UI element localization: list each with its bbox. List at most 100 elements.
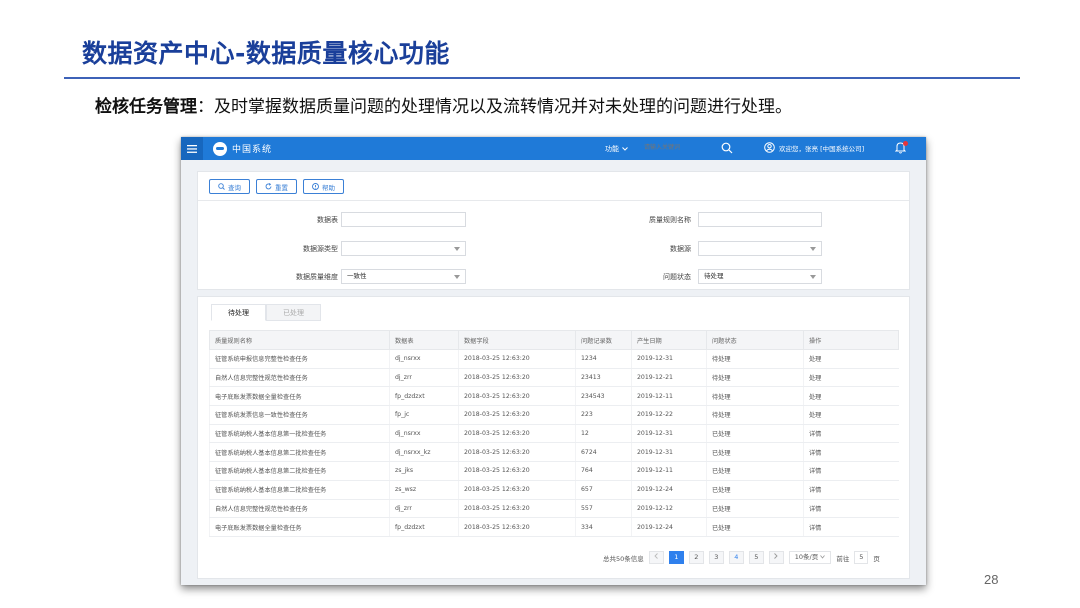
column-header[interactable]: 数据表: [389, 330, 459, 350]
column-header[interactable]: 操作: [803, 330, 899, 350]
source-type-select[interactable]: [341, 241, 466, 256]
page-3-button[interactable]: 3: [708, 551, 724, 564]
issue-count-link[interactable]: 1234: [575, 349, 632, 369]
issue-count-link[interactable]: 12: [575, 424, 632, 444]
rule-name-cell: 自然人信息完整性规范性检查任务: [209, 368, 390, 388]
page-size-select[interactable]: 10条/页: [788, 551, 832, 564]
rule-name-input[interactable]: [698, 212, 822, 227]
status-cell: 已处理: [706, 424, 804, 444]
action-link[interactable]: 详情: [803, 480, 899, 500]
page-2-button[interactable]: 2: [688, 551, 704, 564]
table-row[interactable]: 征管系统纳税人基本信息第二批检查任务 zs_jks 2018-03-25 12:63…: [209, 461, 899, 481]
table-row[interactable]: 征管系统发票信息一致性检查任务 fp_jc 2018-03-25 12:63:20 2…: [209, 405, 899, 425]
search-icon[interactable]: [721, 142, 733, 154]
date-cell: 2019-12-24: [631, 480, 707, 500]
table-row[interactable]: 征管系统纳税人基本信息第一批检查任务 dj_nsrxx 2018-03-25 12:…: [209, 424, 899, 444]
status-tabs: 待处理 已处理: [211, 304, 321, 321]
page-size-value: 10条/页: [794, 553, 819, 561]
search-icon: [218, 183, 225, 190]
table-cell: dj_zrr: [389, 499, 459, 519]
column-header[interactable]: 问题状态: [706, 330, 804, 350]
issue-count-link[interactable]: 334: [575, 517, 632, 537]
field-cell: 2018-03-25 12:63:20: [458, 424, 576, 444]
page-4-button[interactable]: 4: [728, 551, 744, 564]
table-label: 数据表: [317, 216, 338, 224]
refresh-icon: [265, 183, 272, 190]
status-select[interactable]: 待处理: [698, 269, 822, 284]
issue-count-link[interactable]: 557: [575, 499, 632, 519]
date-cell: 2019-12-21: [631, 368, 707, 388]
action-link[interactable]: 详情: [803, 517, 899, 537]
issue-count-link[interactable]: 6724: [575, 442, 632, 463]
table-row[interactable]: 自然人信息完整性规范性检查任务 dj_zrr 2018-03-25 12:63:20…: [209, 499, 899, 519]
app-logo[interactable]: 中国系统: [213, 141, 273, 156]
table-row[interactable]: 征管系统申报信息完整性检查任务 dj_nsrxx 2018-03-25 12:63:…: [209, 349, 899, 369]
query-button[interactable]: 查询: [209, 179, 250, 194]
notification-bell[interactable]: [894, 141, 908, 156]
status-value: 待处理: [704, 272, 724, 280]
reset-button[interactable]: 重置: [256, 179, 297, 194]
dimension-select[interactable]: 一致性: [341, 269, 466, 284]
table-row[interactable]: 征管系统纳税人基本信息第二批检查任务 zs_wsz 2018-03-25 12:63…: [209, 480, 899, 500]
column-header[interactable]: 数据字段: [458, 330, 576, 350]
action-link[interactable]: 详情: [803, 499, 899, 519]
result-panel: 待处理 已处理 质量规则名称 数据表 数据字段 问题记录数 产生日期 问题状态 …: [197, 296, 910, 579]
status-cell: 待处理: [706, 405, 804, 425]
action-link[interactable]: 详情: [803, 442, 899, 463]
chevron-down-icon: [810, 247, 816, 251]
table-cell: dj_zrr: [389, 368, 459, 388]
rule-name-cell: 电子底账发票数据全量检查任务: [209, 517, 390, 537]
column-header[interactable]: 产生日期: [631, 330, 707, 350]
table-cell: fp_jc: [389, 405, 459, 425]
column-header[interactable]: 质量规则名称: [209, 330, 390, 350]
user-menu[interactable]: 欢迎您，张亮 [中国系统公司]: [764, 142, 864, 153]
action-link[interactable]: 详情: [803, 461, 899, 481]
tab-processed[interactable]: 已处理: [266, 304, 321, 321]
status-cell: 已处理: [706, 442, 804, 463]
field-cell: 2018-03-25 12:63:20: [458, 368, 576, 388]
table-row[interactable]: 自然人信息完整性规范性检查任务 dj_zrr 2018-03-25 12:63:20…: [209, 368, 899, 388]
table-row[interactable]: 电子底账发票数据全量检查任务 fp_dzdzxt 2018-03-25 12:63:…: [209, 386, 899, 407]
chevron-right-icon: [774, 553, 778, 559]
subtitle-text: ：及时掌握数据质量问题的处理情况以及流转情况并对未处理的问题进行处理。: [197, 97, 792, 117]
issue-count-link[interactable]: 23413: [575, 368, 632, 388]
issue-count-link[interactable]: 657: [575, 480, 632, 500]
table-input[interactable]: [341, 212, 466, 227]
action-link[interactable]: 处理: [803, 368, 899, 388]
action-link[interactable]: 处理: [803, 386, 899, 407]
page-1-button[interactable]: 1: [668, 551, 684, 564]
action-link[interactable]: 处理: [803, 349, 899, 369]
table-cell: fp_dzdzxt: [389, 386, 459, 407]
help-button[interactable]: 帮助: [303, 179, 344, 194]
issue-count-link[interactable]: 234543: [575, 386, 632, 407]
field-cell: 2018-03-25 12:63:20: [458, 405, 576, 425]
action-link[interactable]: 详情: [803, 424, 899, 444]
help-icon: [312, 183, 319, 190]
prev-page-button[interactable]: [648, 551, 664, 564]
rule-name-cell: 征管系统发票信息一致性检查任务: [209, 405, 390, 425]
menu-icon[interactable]: [181, 137, 203, 160]
status-cell: 待处理: [706, 349, 804, 369]
table-row[interactable]: 征管系统纳税人基本信息第二批检查任务 dj_nsrxx_kz 2018-03-25 …: [209, 442, 899, 463]
source-label: 数据源: [670, 245, 691, 253]
date-cell: 2019-12-24: [631, 517, 707, 537]
table-cell: dj_nsrxx: [389, 424, 459, 444]
issue-count-link[interactable]: 223: [575, 405, 632, 425]
source-select[interactable]: [698, 241, 822, 256]
function-menu[interactable]: 功能: [605, 144, 628, 154]
date-cell: 2019-12-31: [631, 424, 707, 444]
next-page-button[interactable]: [768, 551, 784, 564]
logo-text: 中国系统: [232, 145, 273, 155]
tab-pending[interactable]: 待处理: [211, 304, 266, 321]
action-link[interactable]: 处理: [803, 405, 899, 425]
field-cell: 2018-03-25 12:63:20: [458, 480, 576, 500]
status-cell: 已处理: [706, 499, 804, 519]
column-header[interactable]: 问题记录数: [575, 330, 632, 350]
table-row[interactable]: 电子底账发票数据全量检查任务 fp_dzdzxt 2018-03-25 12:63:…: [209, 517, 899, 537]
jump-page-input[interactable]: 5: [854, 551, 869, 564]
issue-count-link[interactable]: 764: [575, 461, 632, 481]
slide-title: 数据资产中心-数据质量核心功能: [82, 39, 450, 68]
date-cell: 2019-12-31: [631, 349, 707, 369]
field-cell: 2018-03-25 12:63:20: [458, 499, 576, 519]
page-5-button[interactable]: 5: [748, 551, 764, 564]
